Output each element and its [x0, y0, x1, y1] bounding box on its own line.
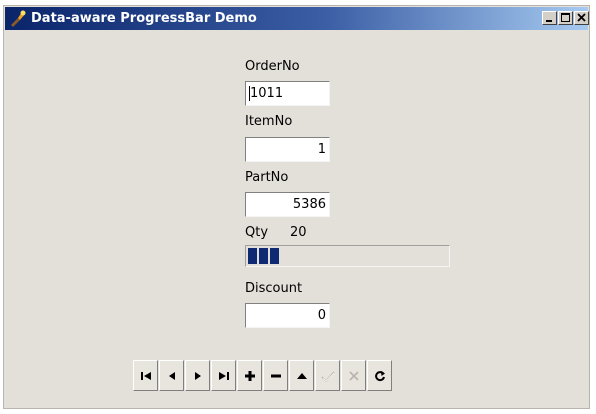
- torch-icon: [11, 10, 26, 27]
- x-icon: [348, 370, 359, 381]
- itemno-field[interactable]: 1: [245, 137, 330, 162]
- orderno-label: OrderNo: [245, 59, 300, 74]
- last-icon: [218, 371, 229, 380]
- minus-icon: [270, 374, 281, 377]
- maximize-button[interactable]: [558, 11, 573, 25]
- orderno-value: 1011: [250, 86, 284, 101]
- prior-icon: [168, 371, 175, 380]
- up-triangle-icon: [296, 372, 307, 379]
- close-icon: [577, 13, 586, 22]
- progress-block: [248, 248, 257, 264]
- check-icon: [320, 371, 335, 382]
- delete-record-button[interactable]: [263, 360, 288, 391]
- partno-label: PartNo: [245, 170, 289, 185]
- post-edit-button[interactable]: [315, 360, 340, 391]
- partno-field[interactable]: 5386: [245, 192, 330, 217]
- insert-record-button[interactable]: [237, 360, 262, 391]
- title-bar[interactable]: Data-aware ProgressBar Demo: [5, 7, 589, 30]
- itemno-label: ItemNo: [245, 114, 293, 129]
- prior-record-button[interactable]: [159, 360, 184, 391]
- minimize-icon: [546, 20, 552, 22]
- refresh-icon: [374, 370, 385, 381]
- last-record-button[interactable]: [211, 360, 236, 391]
- progress-block: [259, 248, 268, 264]
- maximize-icon: [561, 13, 570, 22]
- close-button[interactable]: [574, 11, 589, 25]
- plus-icon: [244, 370, 255, 381]
- edit-record-button[interactable]: [289, 360, 314, 391]
- qty-value: 20: [290, 225, 307, 240]
- progress-fill: [248, 248, 288, 264]
- minimize-button[interactable]: [542, 11, 557, 25]
- next-record-button[interactable]: [185, 360, 210, 391]
- discount-field[interactable]: 0: [245, 303, 330, 328]
- text-caret: [249, 86, 250, 101]
- db-navigator: [133, 360, 393, 391]
- refresh-data-button[interactable]: [367, 360, 392, 391]
- qty-progress-bar: [245, 245, 450, 267]
- qty-label: Qty: [245, 225, 269, 240]
- first-icon: [140, 371, 151, 380]
- next-icon: [194, 371, 201, 380]
- first-record-button[interactable]: [133, 360, 158, 391]
- discount-label: Discount: [245, 281, 303, 296]
- cancel-edit-button[interactable]: [341, 360, 366, 391]
- window-title: Data-aware ProgressBar Demo: [31, 11, 257, 26]
- orderno-field[interactable]: 1011: [245, 81, 330, 106]
- progress-block: [270, 248, 279, 264]
